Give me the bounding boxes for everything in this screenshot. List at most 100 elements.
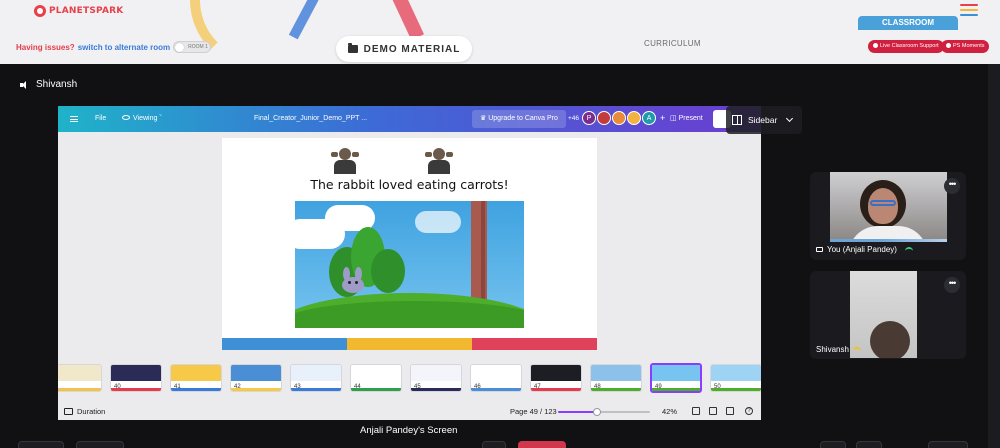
collaborator-avatar[interactable]: [612, 111, 627, 125]
kid-sticker-left: [330, 144, 360, 174]
viewing-label: Viewing: [133, 115, 158, 122]
more-options-icon[interactable]: •••: [944, 178, 960, 194]
rabbit-character: [340, 267, 366, 293]
demo-material-button[interactable]: DEMO MATERIAL: [336, 36, 472, 62]
toolbar-button[interactable]: [820, 441, 846, 448]
zoom-slider-fill: [558, 411, 597, 413]
slide-stripe-yellow: [347, 338, 472, 350]
thumbnail-preview: [171, 365, 221, 381]
slide-stripe-red: [472, 338, 597, 350]
slide-thumbnail-strip: 40 41 42 43 44 45 46 47 48 49 50: [58, 362, 761, 394]
logo-text: PLANETSPARK: [49, 6, 124, 16]
canva-toolbar: File Viewing ˇ Final_Creator_Junior_Demo…: [58, 106, 761, 132]
thumbnail-number: 50: [714, 384, 721, 390]
collaborator-avatar[interactable]: A: [642, 111, 657, 125]
room-toggle-label: ROOM 1: [188, 44, 208, 50]
viewing-dropdown[interactable]: Viewing ˇ: [122, 115, 162, 122]
slide-thumbnail[interactable]: 50: [710, 364, 761, 392]
participant-video: [830, 172, 947, 242]
presenter-label: Shivansh: [20, 79, 77, 90]
slide-thumbnail[interactable]: 40: [110, 364, 162, 392]
thumbnail-number: 44: [354, 384, 361, 390]
classroom-tab[interactable]: CLASSROOM: [858, 16, 958, 30]
slide-thumbnail[interactable]: [58, 364, 102, 392]
participant-tile-self[interactable]: ••• You (Anjali Pandey): [810, 172, 966, 260]
curriculum-tab[interactable]: CURRICULUM: [644, 39, 701, 48]
fullscreen-icon[interactable]: [726, 407, 734, 415]
room-toggle[interactable]: ROOM 1: [173, 41, 212, 53]
issues-text: Having issues?: [16, 42, 75, 52]
toolbar-button[interactable]: [928, 441, 968, 448]
thumbnail-bar: [58, 388, 101, 391]
slide-thumbnail[interactable]: 47: [530, 364, 582, 392]
notes-icon[interactable]: [692, 407, 700, 415]
slide-sentence: The rabbit loved eating carrots!: [310, 177, 509, 192]
thumbnail-preview: [591, 365, 641, 381]
stage-scrollbar[interactable]: [988, 64, 1000, 448]
present-button[interactable]: ◫ Present: [664, 110, 709, 128]
chevron-down-icon: ˇ: [159, 115, 162, 122]
live-support-button[interactable]: Live Classroom Support: [868, 40, 944, 53]
slide-canvas[interactable]: The rabbit loved eating carrots!: [222, 138, 597, 350]
planetspark-logo[interactable]: PLANETSPARK: [34, 5, 123, 17]
help-icon[interactable]: ?: [745, 407, 753, 415]
connection-icon: [904, 247, 913, 252]
toolbar-button[interactable]: [482, 441, 506, 448]
slide-thumbnail[interactable]: 44: [350, 364, 402, 392]
moments-icon: [946, 43, 951, 48]
canva-footer: Duration Page 49 / 123 42% ?: [58, 402, 761, 420]
ps-moments-label: PS Moments: [953, 43, 985, 49]
thumbnail-preview: [58, 365, 101, 381]
thumbnail-preview: [351, 365, 401, 381]
thumbnail-number: 46: [474, 384, 481, 390]
slide-thumbnail[interactable]: 42: [230, 364, 282, 392]
chevron-down-icon: [786, 114, 794, 123]
duration-button[interactable]: Duration: [64, 407, 105, 416]
thumbnail-number: 41: [174, 384, 181, 390]
decorative-stroke-red: [385, 0, 425, 41]
sidebar-toggle[interactable]: Sidebar: [726, 106, 802, 134]
slide-thumbnail[interactable]: 45: [410, 364, 462, 392]
leave-call-button[interactable]: [518, 441, 566, 448]
thumbnail-number: 45: [414, 384, 421, 390]
zoom-slider-knob[interactable]: [593, 408, 601, 416]
present-label: Present: [678, 115, 703, 122]
sidebar-label: Sidebar: [748, 115, 778, 125]
slide-thumbnail[interactable]: 49: [650, 363, 702, 393]
grid-view-icon[interactable]: [709, 407, 717, 415]
switch-room-link[interactable]: switch to alternate room: [78, 43, 170, 52]
upgrade-canva-pro-button[interactable]: ♛ Upgrade to Canva Pro: [472, 110, 566, 128]
slide-thumbnail[interactable]: 48: [590, 364, 642, 392]
collaborator-avatars[interactable]: +46 P A +: [568, 111, 665, 125]
shared-screen[interactable]: File Viewing ˇ Final_Creator_Junior_Demo…: [58, 106, 761, 420]
file-menu[interactable]: File: [95, 115, 106, 122]
sidebar-icon: [732, 115, 742, 125]
app-header: PLANETSPARK Having issues? switch to alt…: [0, 0, 1000, 64]
thumbnail-number: 43: [294, 384, 301, 390]
thumbnail-preview: [711, 365, 761, 381]
slide-stripe-blue: [222, 338, 347, 350]
toolbar-button[interactable]: [18, 441, 64, 448]
toolbar-button[interactable]: [856, 441, 882, 448]
thumbnail-preview: [652, 365, 700, 381]
participant-tile-shivansh[interactable]: ••• Shivansh: [810, 271, 966, 359]
document-title[interactable]: Final_Creator_Junior_Demo_PPT ...: [254, 115, 367, 122]
collaborator-avatar[interactable]: [627, 111, 642, 125]
presenter-name: Shivansh: [36, 79, 78, 90]
ps-moments-button[interactable]: PS Moments: [941, 40, 990, 53]
collaborator-avatar[interactable]: [597, 111, 612, 125]
slide-thumbnail[interactable]: 46: [470, 364, 522, 392]
collaborator-avatar[interactable]: P: [582, 111, 597, 125]
slide-thumbnail[interactable]: 41: [170, 364, 222, 392]
folder-icon: [347, 43, 358, 53]
more-options-icon[interactable]: •••: [944, 277, 960, 293]
hamburger-menu-icon[interactable]: [70, 116, 78, 122]
participant-name-label: You (Anjali Pandey): [816, 245, 913, 254]
participant-name: Shivansh: [816, 345, 849, 354]
menu-icon[interactable]: [960, 4, 978, 16]
thumbnail-number: 47: [534, 384, 541, 390]
zoom-slider[interactable]: [558, 408, 650, 416]
toolbar-button[interactable]: [76, 441, 124, 448]
demo-material-label: DEMO MATERIAL: [363, 43, 461, 55]
slide-thumbnail[interactable]: 43: [290, 364, 342, 392]
